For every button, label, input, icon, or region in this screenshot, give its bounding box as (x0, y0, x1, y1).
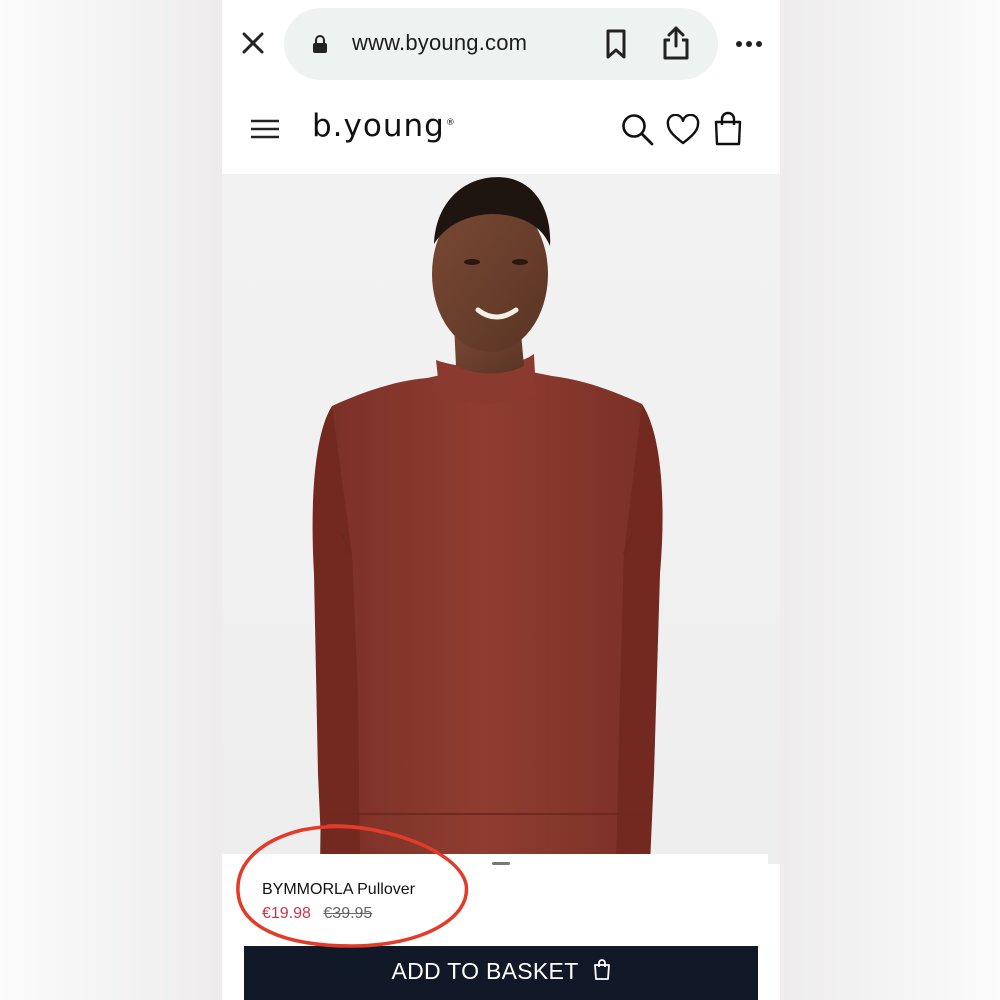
add-to-basket-button[interactable]: ADD TO BASKET (244, 946, 758, 1000)
more-icon[interactable] (734, 30, 764, 58)
menu-icon[interactable] (250, 118, 280, 140)
add-to-basket-label: ADD TO BASKET (391, 958, 579, 984)
background-right (780, 0, 1000, 1000)
original-price: €39.95 (323, 905, 373, 922)
bag-icon[interactable] (712, 110, 744, 146)
product-sheet: BYMMORLA Pullover €19.98 €39.95 ADD TO B… (222, 854, 768, 1000)
model-illustration (312, 177, 663, 864)
bag-icon (593, 959, 610, 980)
sale-price: €19.98 (262, 905, 311, 922)
site-header: b.young® (222, 90, 780, 174)
share-icon[interactable] (660, 24, 692, 62)
browser-toolbar: www.byoung.com (222, 0, 780, 90)
product-name[interactable]: BYMMORLA Pullover (262, 881, 415, 899)
product-image[interactable] (222, 174, 780, 864)
heart-icon[interactable] (666, 114, 700, 146)
registered-mark: ® (445, 117, 456, 128)
close-icon[interactable] (238, 28, 268, 58)
bookmark-icon[interactable] (602, 28, 630, 60)
logo-text: b.young (312, 108, 445, 144)
brand-logo[interactable]: b.young® (312, 108, 456, 144)
url-text: www.byoung.com (352, 30, 528, 55)
sheet-drag-handle[interactable] (492, 862, 510, 865)
price-row: €19.98 €39.95 (262, 905, 372, 923)
search-icon[interactable] (620, 112, 654, 146)
background-left (0, 0, 222, 1000)
phone-screen: www.byoung.com b.young® BYMMORLA Pullove… (222, 0, 780, 1000)
lock-icon (313, 35, 327, 53)
address-bar[interactable]: www.byoung.com (284, 8, 718, 80)
